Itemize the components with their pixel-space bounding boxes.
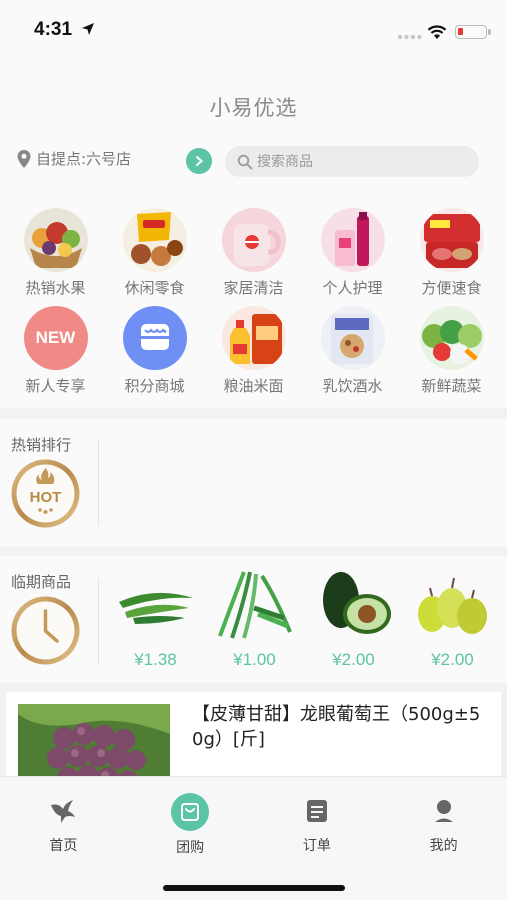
group-buy-bag-icon [171,793,210,831]
home-indicator[interactable] [163,885,345,891]
expiring-goods-section: 临期商品 ¥1.38 ¥1.00 ¥2.00 ¥2.00 [0,556,507,682]
home-bird-icon [45,793,81,829]
category-fruit[interactable]: 热销水果 [6,208,105,306]
category-label: 乳饮酒水 [322,377,383,395]
pickup-point-selector[interactable]: 自提点:六号店 [16,148,131,169]
category-label: 个人护理 [322,279,383,297]
points-store-icon [122,306,187,370]
hot-ranking-section[interactable]: 热销排行 HOT [0,418,507,546]
location-arrow-icon [82,23,94,35]
expiring-goods-list: ¥1.38 ¥1.00 ¥2.00 ¥2.00 [106,568,502,678]
category-label: 新鲜蔬菜 [421,377,482,395]
category-personal-care[interactable]: 个人护理 [303,208,402,306]
battery-icon [455,25,487,39]
status-time: 4:31 [34,19,73,40]
category-grid: 热销水果 休闲零食 家居清洁 个人护理 方便速食 NEW 新人专享 积分商城 粮… [6,208,501,404]
avocado-icon [322,572,391,634]
category-points-store[interactable]: 积分商城 [105,306,204,404]
chives-icon [217,571,292,639]
category-label: 家居清洁 [223,279,284,297]
expiring-item[interactable]: ¥1.38 [108,568,203,678]
category-drinks[interactable]: 乳饮酒水 [303,306,402,404]
category-snacks[interactable]: 休闲零食 [105,208,204,306]
divider [98,440,99,526]
personal-care-icon [320,208,385,272]
category-label: 积分商城 [124,377,185,395]
category-instant-food[interactable]: 方便速食 [402,208,501,306]
orders-icon [299,793,335,829]
tab-group-buy[interactable]: 团购 [127,777,254,867]
tab-label: 我的 [429,838,458,854]
divider [98,578,99,664]
battery-cap [488,29,491,35]
category-label: 新人专享 [25,377,86,395]
chevron-right-icon [196,156,204,166]
item-price: ¥1.00 [233,650,276,669]
item-price: ¥2.00 [431,650,474,669]
category-cleaning[interactable]: 家居清洁 [204,208,303,306]
category-grain-oil[interactable]: 粮油米面 [204,306,303,404]
tab-label: 订单 [302,838,331,854]
category-label: 粮油米面 [223,377,284,395]
header: 小易优选 自提点:六号店 搜索商品 热销水果 休闲零食 家居清洁 个人护理 方便… [0,64,507,408]
hot-medal-text: HOT [30,489,62,506]
switch-pickup-button[interactable] [186,148,212,174]
search-input[interactable] [257,153,457,170]
pickup-point-label: 自提点:六号店 [36,150,132,168]
fruit-basket-icon [23,208,88,272]
expiring-item[interactable]: ¥2.00 [405,568,500,678]
tab-label: 团购 [176,840,205,856]
category-vegetables[interactable]: 新鲜蔬菜 [402,306,501,404]
expiring-item[interactable]: ¥1.00 [207,568,302,678]
expiring-goods-title: 临期商品 [11,573,72,591]
drinks-icon [320,306,385,370]
tab-orders[interactable]: 订单 [254,777,381,867]
okra-icon [118,592,193,624]
location-pin-icon [17,149,31,168]
app-screen: 4:31 小易优选 自提点:六号店 搜索商品 热销水果 休闲零食 家居清洁 个人… [0,0,507,900]
status-bar: 4:31 [0,0,507,64]
vegetables-icon [419,306,484,370]
search-bar[interactable] [225,146,479,177]
expiring-item[interactable]: ¥2.00 [306,568,401,678]
profile-icon [426,793,462,829]
category-label: 热销水果 [25,279,86,297]
category-new-user[interactable]: NEW 新人专享 [6,306,105,404]
clock-medal-icon [11,596,80,665]
new-badge-icon: NEW [23,306,88,370]
tab-home[interactable]: 首页 [0,777,127,867]
tab-label: 首页 [49,838,78,854]
cellular-signal-icon [397,34,422,40]
app-title: 小易优选 [209,96,298,120]
item-price: ¥1.38 [134,650,177,669]
cleaning-icon [221,208,286,272]
category-label: 休闲零食 [124,279,185,297]
search-icon [237,154,253,169]
wifi-icon [427,25,447,39]
bottom-tab-bar: 首页 团购 订单 我的 [0,776,507,900]
category-label: 方便速食 [421,279,482,297]
hot-ranking-title: 热销排行 [11,436,72,454]
item-price: ¥2.00 [332,650,375,669]
new-badge-text: NEW [35,328,76,347]
tab-profile[interactable]: 我的 [380,777,507,867]
hot-medal-icon: HOT [11,459,80,528]
pears-icon [417,577,487,634]
product-name: 【皮薄甘甜】龙眼葡萄王（500g±50g）[斤] [192,704,481,750]
grain-oil-icon [221,306,286,370]
instant-food-icon [419,208,484,272]
snacks-icon [122,208,187,272]
